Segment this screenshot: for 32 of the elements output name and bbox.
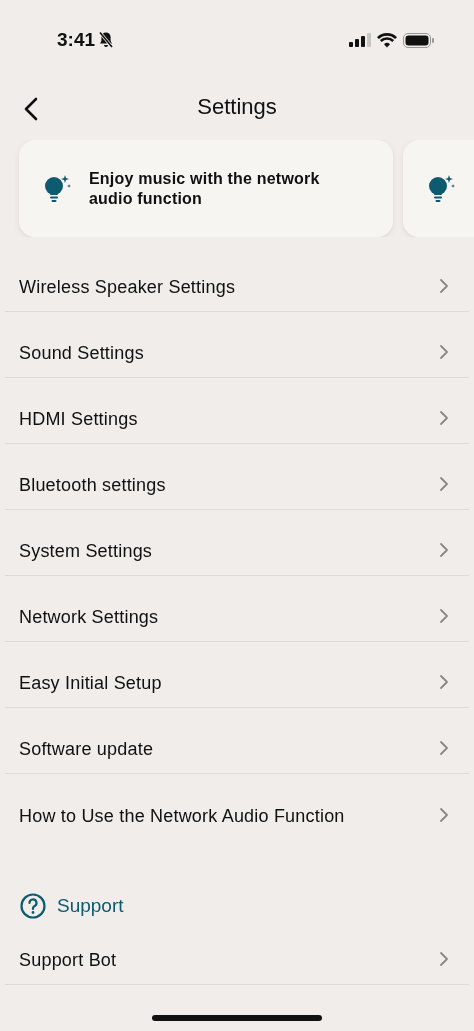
settings-item[interactable]: Software update [5, 708, 469, 774]
chevron-right-icon [439, 476, 449, 492]
settings-item[interactable]: How to Use the Network Audio Function [5, 774, 469, 840]
chevron-right-icon [439, 807, 449, 823]
chevron-right-icon [439, 278, 449, 294]
chevron-right-icon [439, 344, 449, 360]
chevron-right-icon [439, 674, 449, 690]
page-title: Settings [197, 94, 277, 120]
settings-item[interactable]: Network Settings [5, 576, 469, 642]
settings-item[interactable]: Wireless Speaker Settings [5, 246, 469, 312]
tip-card[interactable]: Enjoy music with the network audio function [19, 140, 393, 237]
tip-text: Enjoy music with the network audio function [89, 168, 321, 209]
chevron-right-icon [439, 542, 449, 558]
clock-time: 3:41 [57, 29, 96, 51]
settings-item[interactable]: Support Bot [5, 919, 469, 985]
settings-item[interactable]: Sound Settings [5, 312, 469, 378]
chevron-left-icon [24, 97, 38, 121]
settings-item[interactable]: Easy Initial Setup [5, 642, 469, 708]
help-icon [20, 893, 46, 919]
settings-item[interactable]: System Settings [5, 510, 469, 576]
section-title: Support [57, 895, 124, 917]
lightbulb-icon [427, 173, 455, 204]
wifi-icon [377, 32, 397, 48]
chevron-right-icon [439, 951, 449, 967]
lightbulb-icon [43, 173, 71, 204]
chevron-right-icon [439, 410, 449, 426]
settings-item[interactable]: HDMI Settings [5, 378, 469, 444]
settings-item[interactable]: Bluetooth settings [5, 444, 469, 510]
chevron-right-icon [439, 608, 449, 624]
battery-icon [403, 32, 434, 48]
chevron-right-icon [439, 740, 449, 756]
signal-icon [349, 33, 371, 47]
